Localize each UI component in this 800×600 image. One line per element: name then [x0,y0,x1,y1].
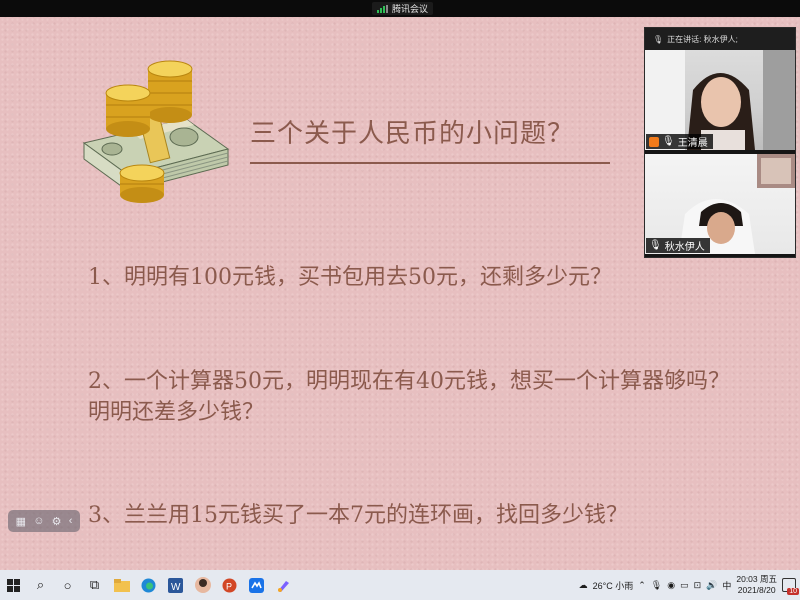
participant-name-tag: 🎙 王清晨 [646,134,713,149]
weather-icon: ☁ [578,579,588,590]
host-badge-icon [649,136,659,147]
word-icon[interactable]: W [162,570,189,600]
question-3: 3、兰兰用15元钱买了一本7元的连环画，找回多少钱？ [88,503,628,528]
paint-icon[interactable] [270,570,297,600]
system-tray: ☁ 26°C 小雨 ⌃ 🎙 ◉ ▭ ⊡ 🔊 中 20:03 周五 2021/8/… [579,570,800,600]
annotate-icon[interactable]: ☺ [33,515,44,527]
participant-name: 秋水伊人 [664,242,705,253]
cortana-icon[interactable]: ○ [54,570,81,600]
svg-text:W: W [171,582,181,593]
money-stack-icon [82,60,230,203]
floating-toolbar[interactable]: ▦ ☺ ⚙ ‹ [8,510,80,532]
question-1: 1、明明有100元钱，买书包用去50元，还剩多少元？ [88,265,612,290]
microphone-tray-icon[interactable]: 🎙 [651,580,662,591]
battery-icon[interactable]: ▭ [680,580,689,591]
notification-count: 10 [787,588,799,595]
mic-icon: 🎙 [649,240,662,251]
tencent-meeting-icon[interactable] [243,570,270,600]
participant-name: 王清晨 [677,138,708,149]
meeting-info-button[interactable]: 腾讯会议 [372,2,434,15]
volume-icon[interactable]: 🔊 [706,580,717,591]
clock-time: 20:03 周五 [736,574,777,584]
svg-text:P: P [226,581,232,591]
mic-icon: 🎙 [662,136,675,147]
network-signal-icon [377,4,388,13]
video-tile-host[interactable]: 🎙 王清晨 [645,50,795,150]
notification-icon[interactable]: 10 [782,578,799,595]
speaking-indicator: 🎙 正在讲话: 秋水伊人; [645,28,795,50]
windows-taskbar: ⌕ ○ ⧉ W P ☁ 26°C 小雨 ⌃ 🎙 ◉ ▭ ⊡ 🔊 中 20:03 … [0,570,800,600]
question-2-line-2: 明明还差多少钱？ [88,400,265,425]
microphone-icon: 🎙 [653,34,664,44]
powerpoint-icon[interactable]: P [216,570,243,600]
video-panel: 🎙 正在讲话: 秋水伊人; 🎙 王清晨 🎙 秋水伊人 [644,27,796,258]
video-tile-member[interactable]: 🎙 秋水伊人 [645,154,795,254]
chevron-up-icon[interactable]: ⌃ [638,580,646,591]
collapse-icon[interactable]: ‹ [69,515,73,527]
slide-title: 三个关于人民币的小问题？ [250,119,575,149]
windows-start-icon[interactable] [0,570,27,600]
qq-icon[interactable]: ◉ [667,580,675,591]
ime-indicator[interactable]: 中 [722,579,731,592]
title-underline [250,162,610,164]
clock-date: 2021/8/20 [737,585,776,595]
layout-icon[interactable]: ▦ [16,515,26,528]
search-icon[interactable]: ⌕ [27,570,54,600]
network-icon[interactable]: ⊡ [694,580,702,591]
weather-text[interactable]: 26°C 小雨 [593,579,634,592]
settings-icon[interactable]: ⚙ [52,515,62,528]
participant-name-tag: 🎙 秋水伊人 [646,238,710,253]
file-explorer-icon[interactable] [108,570,135,600]
meeting-top-bar: 腾讯会议 [0,0,800,17]
edge-icon[interactable] [135,570,162,600]
task-view-icon[interactable]: ⧉ [81,570,108,600]
question-2-line-1: 2、一个计算器50元，明明现在有40元钱，想买一个计算器够吗？ [88,369,730,394]
speaking-label: 正在讲话: 秋水伊人; [667,34,738,44]
clock[interactable]: 20:03 周五 2021/8/20 [736,574,777,596]
question-2: 2、一个计算器50元，明明现在有40元钱，想买一个计算器够吗？ 明明还差多少钱？ [88,366,730,428]
meeting-app-name: 腾讯会议 [392,4,429,14]
user-app-icon[interactable] [189,570,216,600]
